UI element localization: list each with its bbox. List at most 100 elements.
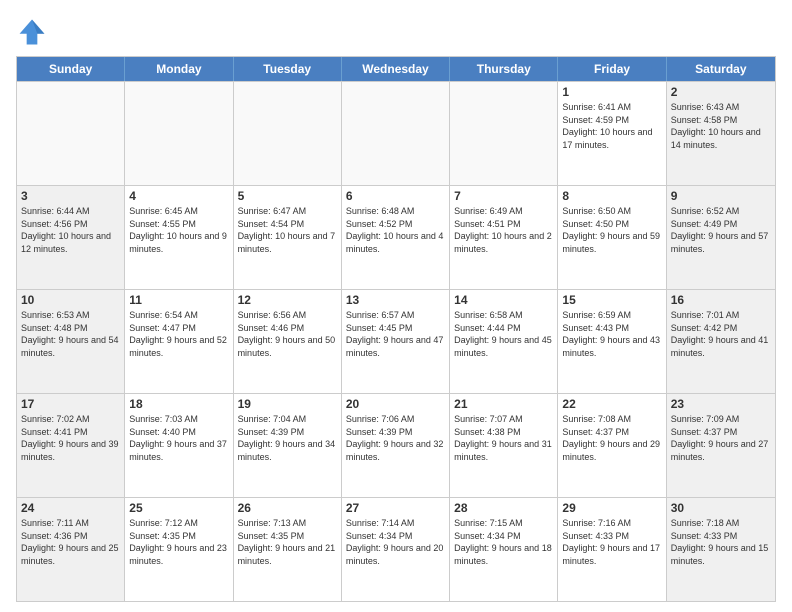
calendar-cell: 11 Sunrise: 6:54 AM Sunset: 4:47 PM Dayli… — [125, 290, 233, 393]
calendar-cell: 5 Sunrise: 6:47 AM Sunset: 4:54 PM Daylig… — [234, 186, 342, 289]
header — [16, 16, 776, 48]
day-number: 13 — [346, 293, 445, 307]
day-info: Sunrise: 6:52 AM Sunset: 4:49 PM Dayligh… — [671, 205, 771, 255]
day-number: 21 — [454, 397, 553, 411]
calendar-cell: 7Sunrise: 6:49 AM Sunset: 4:51 PM Daylig… — [450, 186, 558, 289]
day-info: Sunrise: 7:11 AM Sunset: 4:36 PM Dayligh… — [21, 517, 120, 567]
day-info: Sunrise: 7:18 AM Sunset: 4:33 PM Dayligh… — [671, 517, 771, 567]
day-number: 18 — [129, 397, 228, 411]
day-number: 1 — [562, 85, 661, 99]
calendar-cell: 29Sunrise: 7:16 AM Sunset: 4:33 PM Dayli… — [558, 498, 666, 601]
day-info: Sunrise: 6:43 AM Sunset: 4:58 PM Dayligh… — [671, 101, 771, 151]
day-number: 23 — [671, 397, 771, 411]
calendar-row: 1 Sunrise: 6:41 AM Sunset: 4:59 PM Daylig… — [17, 81, 775, 185]
calendar-cell: 2 Sunrise: 6:43 AM Sunset: 4:58 PM Daylig… — [667, 82, 775, 185]
day-number: 27 — [346, 501, 445, 515]
calendar-header: SundayMondayTuesdayWednesdayThursdayFrid… — [17, 57, 775, 81]
calendar-cell: 22 Sunrise: 7:08 AM Sunset: 4:37 PM Dayli… — [558, 394, 666, 497]
calendar-cell: 15Sunrise: 6:59 AM Sunset: 4:43 PM Dayli… — [558, 290, 666, 393]
day-info: Sunrise: 6:58 AM Sunset: 4:44 PM Dayligh… — [454, 309, 553, 359]
calendar-cell: 26 Sunrise: 7:13 AM Sunset: 4:35 PM Dayli… — [234, 498, 342, 601]
calendar-cell: 25 Sunrise: 7:12 AM Sunset: 4:35 PM Dayli… — [125, 498, 233, 601]
day-info: Sunrise: 6:47 AM Sunset: 4:54 PM Dayligh… — [238, 205, 337, 255]
day-info: Sunrise: 7:08 AM Sunset: 4:37 PM Dayligh… — [562, 413, 661, 463]
day-info: Sunrise: 6:50 AM Sunset: 4:50 PM Dayligh… — [562, 205, 661, 255]
day-number: 11 — [129, 293, 228, 307]
day-number: 3 — [21, 189, 120, 203]
weekday-header: Wednesday — [342, 57, 450, 81]
day-number: 15 — [562, 293, 661, 307]
calendar-cell: 18 Sunrise: 7:03 AM Sunset: 4:40 PM Dayli… — [125, 394, 233, 497]
calendar-cell: 28Sunrise: 7:15 AM Sunset: 4:34 PM Dayli… — [450, 498, 558, 601]
calendar-cell: 17 Sunrise: 7:02 AM Sunset: 4:41 PM Dayli… — [17, 394, 125, 497]
day-info: Sunrise: 7:03 AM Sunset: 4:40 PM Dayligh… — [129, 413, 228, 463]
calendar-cell — [125, 82, 233, 185]
calendar-body: 1 Sunrise: 6:41 AM Sunset: 4:59 PM Daylig… — [17, 81, 775, 601]
calendar-cell: 10Sunrise: 6:53 AM Sunset: 4:48 PM Dayli… — [17, 290, 125, 393]
weekday-header: Saturday — [667, 57, 775, 81]
logo-icon — [16, 16, 48, 48]
calendar-cell: 16 Sunrise: 7:01 AM Sunset: 4:42 PM Dayli… — [667, 290, 775, 393]
day-number: 26 — [238, 501, 337, 515]
day-number: 12 — [238, 293, 337, 307]
day-number: 28 — [454, 501, 553, 515]
calendar-cell: 3 Sunrise: 6:44 AM Sunset: 4:56 PM Daylig… — [17, 186, 125, 289]
day-number: 25 — [129, 501, 228, 515]
day-info: Sunrise: 6:57 AM Sunset: 4:45 PM Dayligh… — [346, 309, 445, 359]
calendar-row: 10Sunrise: 6:53 AM Sunset: 4:48 PM Dayli… — [17, 289, 775, 393]
day-number: 8 — [562, 189, 661, 203]
calendar-cell — [17, 82, 125, 185]
day-info: Sunrise: 7:04 AM Sunset: 4:39 PM Dayligh… — [238, 413, 337, 463]
calendar-cell — [450, 82, 558, 185]
day-number: 6 — [346, 189, 445, 203]
day-info: Sunrise: 7:09 AM Sunset: 4:37 PM Dayligh… — [671, 413, 771, 463]
day-info: Sunrise: 6:56 AM Sunset: 4:46 PM Dayligh… — [238, 309, 337, 359]
day-number: 5 — [238, 189, 337, 203]
calendar-cell: 1 Sunrise: 6:41 AM Sunset: 4:59 PM Daylig… — [558, 82, 666, 185]
day-number: 16 — [671, 293, 771, 307]
day-info: Sunrise: 7:07 AM Sunset: 4:38 PM Dayligh… — [454, 413, 553, 463]
day-number: 2 — [671, 85, 771, 99]
day-number: 29 — [562, 501, 661, 515]
weekday-header: Tuesday — [234, 57, 342, 81]
calendar-cell: 8 Sunrise: 6:50 AM Sunset: 4:50 PM Daylig… — [558, 186, 666, 289]
day-number: 17 — [21, 397, 120, 411]
day-info: Sunrise: 7:02 AM Sunset: 4:41 PM Dayligh… — [21, 413, 120, 463]
calendar-cell: 14 Sunrise: 6:58 AM Sunset: 4:44 PM Dayli… — [450, 290, 558, 393]
page: SundayMondayTuesdayWednesdayThursdayFrid… — [0, 0, 792, 612]
weekday-header: Monday — [125, 57, 233, 81]
day-number: 10 — [21, 293, 120, 307]
day-info: Sunrise: 6:54 AM Sunset: 4:47 PM Dayligh… — [129, 309, 228, 359]
day-number: 9 — [671, 189, 771, 203]
day-number: 14 — [454, 293, 553, 307]
day-info: Sunrise: 6:48 AM Sunset: 4:52 PM Dayligh… — [346, 205, 445, 255]
day-info: Sunrise: 7:06 AM Sunset: 4:39 PM Dayligh… — [346, 413, 445, 463]
day-info: Sunrise: 7:12 AM Sunset: 4:35 PM Dayligh… — [129, 517, 228, 567]
day-info: Sunrise: 7:13 AM Sunset: 4:35 PM Dayligh… — [238, 517, 337, 567]
weekday-header: Sunday — [17, 57, 125, 81]
calendar-cell: 9 Sunrise: 6:52 AM Sunset: 4:49 PM Daylig… — [667, 186, 775, 289]
calendar-row: 3 Sunrise: 6:44 AM Sunset: 4:56 PM Daylig… — [17, 185, 775, 289]
calendar-row: 17 Sunrise: 7:02 AM Sunset: 4:41 PM Dayli… — [17, 393, 775, 497]
day-number: 22 — [562, 397, 661, 411]
day-info: Sunrise: 6:44 AM Sunset: 4:56 PM Dayligh… — [21, 205, 120, 255]
day-info: Sunrise: 6:41 AM Sunset: 4:59 PM Dayligh… — [562, 101, 661, 151]
calendar-cell: 4 Sunrise: 6:45 AM Sunset: 4:55 PM Daylig… — [125, 186, 233, 289]
weekday-header: Thursday — [450, 57, 558, 81]
day-number: 20 — [346, 397, 445, 411]
day-info: Sunrise: 7:01 AM Sunset: 4:42 PM Dayligh… — [671, 309, 771, 359]
weekday-header: Friday — [558, 57, 666, 81]
day-number: 30 — [671, 501, 771, 515]
day-number: 7 — [454, 189, 553, 203]
calendar-cell: 27 Sunrise: 7:14 AM Sunset: 4:34 PM Dayli… — [342, 498, 450, 601]
calendar: SundayMondayTuesdayWednesdayThursdayFrid… — [16, 56, 776, 602]
day-number: 4 — [129, 189, 228, 203]
day-info: Sunrise: 6:45 AM Sunset: 4:55 PM Dayligh… — [129, 205, 228, 255]
calendar-cell: 6 Sunrise: 6:48 AM Sunset: 4:52 PM Daylig… — [342, 186, 450, 289]
day-number: 24 — [21, 501, 120, 515]
calendar-cell: 13 Sunrise: 6:57 AM Sunset: 4:45 PM Dayli… — [342, 290, 450, 393]
calendar-cell: 23 Sunrise: 7:09 AM Sunset: 4:37 PM Dayli… — [667, 394, 775, 497]
calendar-cell: 12 Sunrise: 6:56 AM Sunset: 4:46 PM Dayli… — [234, 290, 342, 393]
day-info: Sunrise: 7:14 AM Sunset: 4:34 PM Dayligh… — [346, 517, 445, 567]
calendar-cell: 20 Sunrise: 7:06 AM Sunset: 4:39 PM Dayli… — [342, 394, 450, 497]
